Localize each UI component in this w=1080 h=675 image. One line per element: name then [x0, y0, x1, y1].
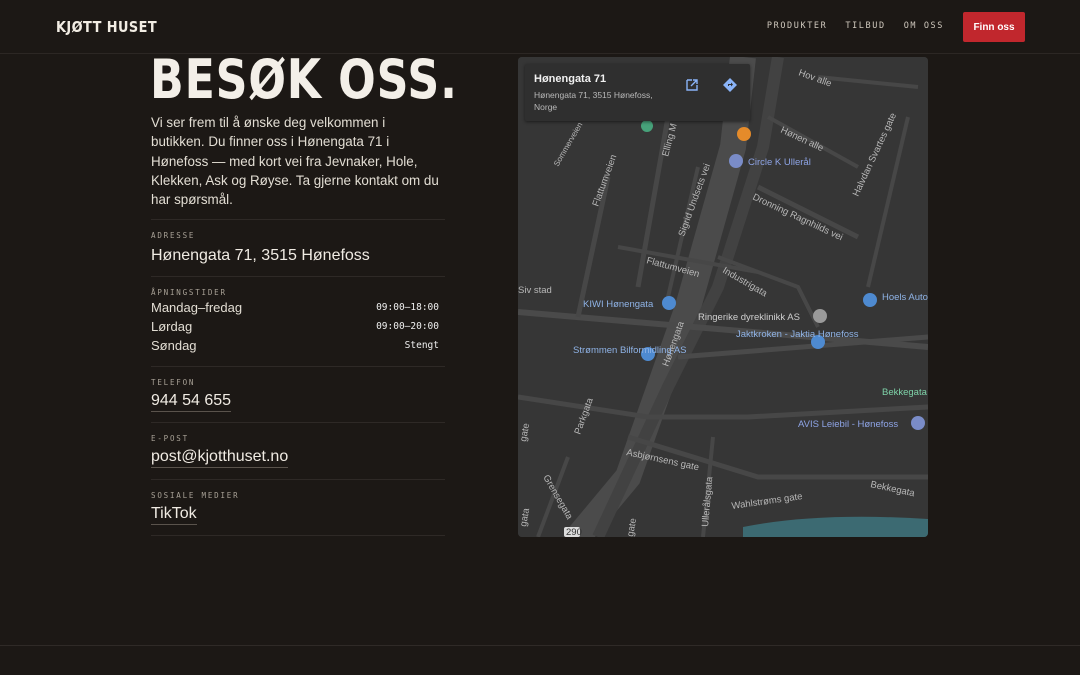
hours-day: Mandag–fredag: [151, 300, 243, 315]
address-block: ADRESSE Hønengata 71, 3515 Hønefoss: [151, 219, 445, 276]
park-pin-icon: [641, 120, 653, 132]
find-us-button[interactable]: Finn oss: [963, 12, 1025, 42]
map-place-label: AVIS Leiebil - Hønefoss: [798, 419, 898, 430]
hours-time: 09:00–18:00: [376, 302, 439, 313]
map-place-label: Strømmen Bilformidling AS: [573, 345, 687, 356]
address-value: Hønengata 71, 3515 Hønefoss: [151, 247, 370, 264]
contact-info: ADRESSE Hønengata 71, 3515 Hønefoss ÅPNI…: [151, 219, 445, 536]
hours-day: Søndag: [151, 338, 197, 353]
map-place-card: Hønengata 71 Hønengata 71, 3515 Hønefoss…: [525, 64, 750, 121]
email-label: E-POST: [151, 434, 189, 443]
shopping-pin-icon: [662, 296, 676, 310]
nav-link-om-oss[interactable]: OM OSS: [904, 21, 944, 31]
map-card-title: Hønengata 71: [534, 73, 607, 85]
map-card-address: Hønengata 71, 3515 Hønefoss, Norge: [534, 90, 653, 112]
hours-row: Søndag Stengt: [151, 336, 439, 355]
phone-label: TELEFON: [151, 378, 196, 387]
hours-block: ÅPNINGSTIDER Mandag–fredag 09:00–18:00 L…: [151, 276, 445, 366]
car-pin-icon: [863, 293, 877, 307]
map-place-label: Circle K Ullerål: [748, 157, 811, 168]
hours-list: Mandag–fredag 09:00–18:00 Lørdag 09:00–2…: [151, 298, 439, 355]
email-block: E-POST post@kjotthuset.no: [151, 422, 445, 479]
phone-link[interactable]: 944 54 655: [151, 392, 232, 412]
map-place-label: Jaktkroken - Jaktia Hønefoss: [736, 329, 859, 340]
hours-row: Lørdag 09:00–20:00: [151, 317, 439, 336]
nav-link-tilbud[interactable]: TILBUD: [845, 21, 885, 31]
map-canvas[interactable]: Hov alle Sommerveien Flattumveien Elling…: [518, 57, 928, 537]
open-external-icon[interactable]: [685, 78, 699, 92]
email-link[interactable]: post@kjotthuset.no: [151, 448, 289, 468]
directions-icon[interactable]: [723, 78, 737, 92]
map-place-label: KIWI Hønengata: [583, 299, 654, 310]
clinic-pin-icon: [813, 309, 827, 323]
hours-time: 09:00–20:00: [376, 321, 439, 332]
map-place-label: Bekkegata: [882, 387, 928, 398]
social-block: SOSIALE MEDIER TikTok: [151, 479, 445, 536]
fuel-pin-icon: [729, 154, 743, 168]
main-nav: PRODUKTER TILBUD OM OSS: [767, 21, 944, 31]
car-rental-pin-icon: [911, 416, 925, 430]
site-header: KJØTT HUSET PRODUKTER TILBUD OM OSS Finn…: [0, 0, 1080, 54]
hours-time: Stengt: [404, 340, 439, 351]
map-place-label: Ringerike dyreklinikk AS: [698, 312, 800, 323]
hours-row: Mandag–fredag 09:00–18:00: [151, 298, 439, 317]
page-title: BESØK OSS.: [150, 48, 458, 111]
phone-block: TELEFON 944 54 655: [151, 366, 445, 422]
map-place-label: Hoels Auto Bilverksted: [882, 292, 928, 303]
restaurant-pin-icon: [737, 127, 751, 141]
hours-label: ÅPNINGSTIDER: [151, 288, 227, 297]
nav-link-produkter[interactable]: PRODUKTER: [767, 21, 827, 31]
tiktok-link[interactable]: TikTok: [151, 505, 197, 525]
address-label: ADRESSE: [151, 231, 196, 240]
map-street-label: Siv stad: [518, 285, 552, 296]
road-shield-label: 290: [566, 527, 582, 537]
site-logo[interactable]: KJØTT HUSET: [56, 18, 157, 36]
map-embed[interactable]: Hov alle Sommerveien Flattumveien Elling…: [518, 57, 928, 537]
footer-divider: [0, 645, 1080, 646]
hours-day: Lørdag: [151, 319, 193, 334]
social-label: SOSIALE MEDIER: [151, 491, 240, 500]
intro-text: Vi ser frem til å ønske deg velkommen i …: [151, 115, 439, 208]
